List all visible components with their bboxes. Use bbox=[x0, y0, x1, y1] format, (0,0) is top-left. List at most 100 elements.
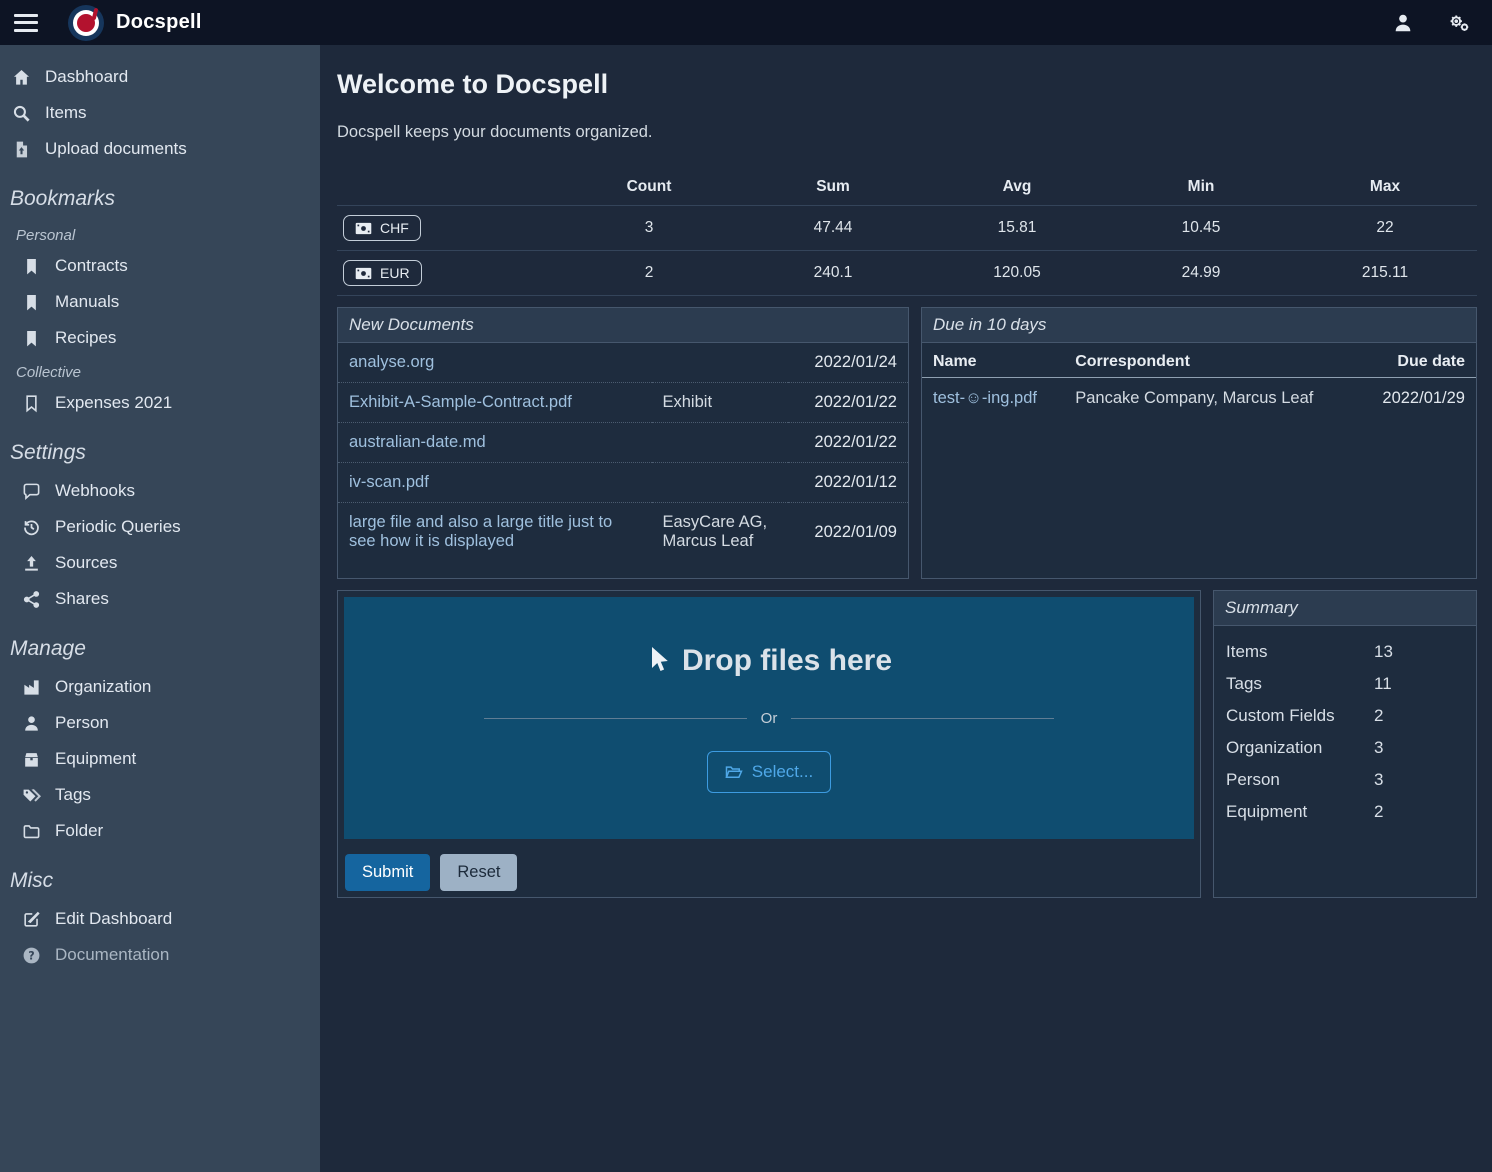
svg-text:?: ? bbox=[28, 949, 34, 962]
document-link[interactable]: iv-scan.pdf bbox=[338, 463, 652, 503]
document-date: 2022/01/12 bbox=[788, 463, 908, 503]
reset-button[interactable]: Reset bbox=[440, 854, 517, 891]
document-tag bbox=[652, 463, 789, 503]
sidebar-item-documentation[interactable]: ? Documentation bbox=[0, 937, 320, 973]
sidebar-item-label: Expenses 2021 bbox=[55, 393, 172, 413]
list-item: Person 3 bbox=[1226, 764, 1464, 796]
sidebar-item-label: Upload documents bbox=[45, 139, 187, 159]
sidebar-item-label: Folder bbox=[55, 821, 103, 841]
currency-label: CHF bbox=[380, 220, 409, 236]
sidebar-item-equipment[interactable]: Equipment bbox=[0, 741, 320, 777]
list-item: Items 13 bbox=[1226, 636, 1464, 668]
list-item: Equipment 2 bbox=[1226, 796, 1464, 828]
panel-title: Due in 10 days bbox=[922, 308, 1476, 343]
sidebar-item-contracts[interactable]: Contracts bbox=[0, 248, 320, 284]
panel-title: New Documents bbox=[338, 308, 908, 343]
select-files-button[interactable]: Select... bbox=[707, 751, 831, 793]
summary-value: 3 bbox=[1374, 738, 1383, 758]
sidebar-item-dashboard[interactable]: Dasbhoard bbox=[0, 59, 320, 95]
sidebar-item-upload-documents[interactable]: Upload documents bbox=[0, 131, 320, 167]
sidebar-item-label: Items bbox=[45, 103, 87, 123]
list-item: Organization 3 bbox=[1226, 732, 1464, 764]
document-tag bbox=[652, 343, 789, 383]
sidebar-item-sources[interactable]: Sources bbox=[0, 545, 320, 581]
document-link[interactable]: australian-date.md bbox=[338, 423, 652, 463]
summary-label: Custom Fields bbox=[1226, 706, 1374, 726]
document-link[interactable]: large file and also a large title just t… bbox=[338, 503, 652, 562]
sidebar-item-periodic-queries[interactable]: Periodic Queries bbox=[0, 509, 320, 545]
menu-icon[interactable] bbox=[14, 14, 38, 32]
list-item: test-☺-ing.pdf Pancake Company, Marcus L… bbox=[922, 378, 1476, 420]
summary-label: Items bbox=[1226, 642, 1374, 662]
drop-files-label: Drop files here bbox=[646, 644, 892, 678]
document-link[interactable]: analyse.org bbox=[338, 343, 652, 383]
bookmark-outline-icon bbox=[22, 394, 41, 413]
group-collective: Collective bbox=[0, 356, 320, 385]
document-tag bbox=[652, 423, 789, 463]
table-row: CHF 3 47.44 15.81 10.45 22 bbox=[337, 206, 1477, 251]
page-subtitle: Docspell keeps your documents organized. bbox=[337, 123, 1477, 142]
question-circle-icon: ? bbox=[22, 946, 41, 965]
stats-col-empty bbox=[337, 169, 557, 206]
group-personal: Personal bbox=[0, 219, 320, 248]
document-date: 2022/01/22 bbox=[788, 423, 908, 463]
section-bookmarks: Bookmarks bbox=[0, 167, 320, 219]
upload-panel: Drop files here Or Select... Submit Rese… bbox=[337, 590, 1201, 898]
or-divider: Or bbox=[484, 710, 1054, 727]
summary-label: Organization bbox=[1226, 738, 1374, 758]
document-date: 2022/01/24 bbox=[788, 343, 908, 383]
gears-icon[interactable] bbox=[1448, 12, 1470, 34]
money-bill-icon bbox=[355, 222, 372, 235]
new-documents-panel: New Documents analyse.org 2022/01/24 Exh… bbox=[337, 307, 909, 579]
stat-value: 3 bbox=[557, 206, 741, 251]
list-item: australian-date.md 2022/01/22 bbox=[338, 423, 908, 463]
mouse-pointer-icon bbox=[646, 646, 670, 676]
submit-button[interactable]: Submit bbox=[345, 854, 430, 891]
sidebar-item-label: Organization bbox=[55, 677, 151, 697]
comment-icon bbox=[22, 482, 41, 501]
sidebar-item-webhooks[interactable]: Webhooks bbox=[0, 473, 320, 509]
person-icon bbox=[22, 714, 41, 733]
docspell-logo-icon[interactable] bbox=[68, 5, 104, 41]
stats-col-min: Min bbox=[1109, 169, 1293, 206]
industry-icon bbox=[22, 678, 41, 697]
search-icon bbox=[12, 104, 31, 123]
file-dropzone[interactable]: Drop files here Or Select... bbox=[344, 597, 1194, 839]
sidebar-item-label: Shares bbox=[55, 589, 109, 609]
stat-value: 240.1 bbox=[741, 251, 925, 296]
app-title: Docspell bbox=[116, 11, 202, 34]
sidebar-item-label: Person bbox=[55, 713, 109, 733]
summary-label: Person bbox=[1226, 770, 1374, 790]
sidebar-item-manuals[interactable]: Manuals bbox=[0, 284, 320, 320]
stat-value: 10.45 bbox=[1109, 206, 1293, 251]
document-link[interactable]: test-☺-ing.pdf bbox=[922, 378, 1064, 420]
stat-value: 22 bbox=[1293, 206, 1477, 251]
sidebar-item-organization[interactable]: Organization bbox=[0, 669, 320, 705]
list-item: analyse.org 2022/01/24 bbox=[338, 343, 908, 383]
folder-open-icon bbox=[725, 764, 743, 780]
sidebar-item-expenses-2021[interactable]: Expenses 2021 bbox=[0, 385, 320, 421]
main-content: Welcome to Docspell Docspell keeps your … bbox=[320, 45, 1492, 1172]
sidebar-item-shares[interactable]: Shares bbox=[0, 581, 320, 617]
sidebar: Dasbhoard Items Upload documents Bookmar… bbox=[0, 45, 320, 1172]
bookmark-icon bbox=[22, 329, 41, 348]
user-icon[interactable] bbox=[1392, 12, 1414, 34]
sidebar-item-tags[interactable]: Tags bbox=[0, 777, 320, 813]
sidebar-item-recipes[interactable]: Recipes bbox=[0, 320, 320, 356]
sidebar-item-label: Periodic Queries bbox=[55, 517, 181, 537]
document-link[interactable]: Exhibit-A-Sample-Contract.pdf bbox=[338, 383, 652, 423]
due-col-name: Name bbox=[922, 345, 1064, 378]
home-icon bbox=[12, 68, 31, 87]
topbar: Docspell bbox=[0, 0, 1492, 45]
list-item: iv-scan.pdf 2022/01/12 bbox=[338, 463, 908, 503]
file-upload-icon bbox=[12, 140, 31, 159]
sidebar-item-edit-dashboard[interactable]: Edit Dashboard bbox=[0, 901, 320, 937]
sidebar-item-person[interactable]: Person bbox=[0, 705, 320, 741]
document-date: 2022/01/09 bbox=[788, 503, 908, 562]
document-correspondent: Pancake Company, Marcus Leaf bbox=[1064, 378, 1358, 420]
sidebar-item-folder[interactable]: Folder bbox=[0, 813, 320, 849]
summary-label: Equipment bbox=[1226, 802, 1374, 822]
sidebar-item-items[interactable]: Items bbox=[0, 95, 320, 131]
section-misc: Misc bbox=[0, 849, 320, 901]
stat-value: 47.44 bbox=[741, 206, 925, 251]
